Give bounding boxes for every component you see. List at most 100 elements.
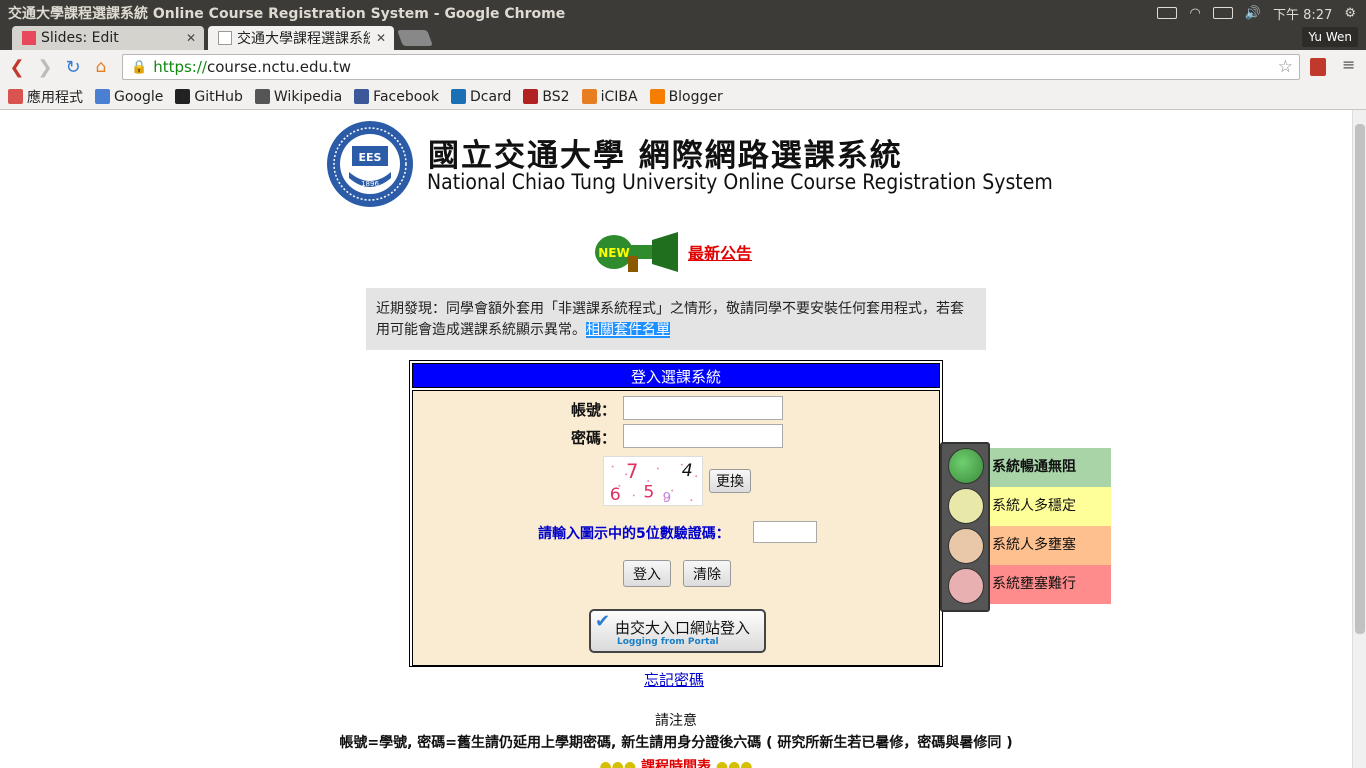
course-schedule-link[interactable]: 課程時間表	[641, 759, 711, 768]
bookmark-label: Dcard	[469, 88, 512, 105]
notice-box: 近期發現：同學會額外套用「非選課系統程式」之情形，敬請同學不要安裝任何套用程式，…	[366, 288, 986, 350]
status-congested: 系統人多壅塞	[990, 526, 1111, 565]
course-schedule: ●●● 課程時間表 ●●●	[0, 756, 1352, 768]
page-viewport: EES 1896 國立交通大學 網際網路選課系統 National Chiao …	[0, 110, 1352, 768]
address-bar[interactable]: 🔒 https://course.nctu.edu.tw ☆	[122, 54, 1300, 80]
apps-grid-icon	[8, 89, 23, 104]
page-title-en: National Chiao Tung University Online Co…	[427, 170, 1053, 194]
tab-slides[interactable]: Slides: Edit ✕	[12, 26, 204, 50]
keyboard-icon[interactable]	[1157, 7, 1178, 19]
svg-text:4: 4	[682, 461, 693, 481]
page-scrollbar[interactable]	[1352, 110, 1366, 768]
bookmark-blogger[interactable]: Blogger	[649, 88, 723, 105]
github-icon	[175, 89, 191, 104]
bookmarks-bar: 應用程式 Google GitHub Wikipedia Facebook Dcard BS…	[0, 84, 1366, 110]
portal-login-label: 由交大入口網站登入	[615, 619, 751, 637]
bookmark-google[interactable]: Google	[95, 89, 163, 105]
bullet-dots-icon: ●●●	[711, 759, 753, 768]
wifi-icon[interactable]: ◠	[1189, 6, 1200, 21]
blogger-icon	[649, 89, 665, 104]
bookmark-label: GitHub	[194, 88, 243, 105]
bookmark-dcard[interactable]: Dcard	[450, 88, 512, 105]
bookmark-star-icon[interactable]: ☆	[1278, 57, 1293, 77]
lock-icon[interactable]: 🔒	[131, 60, 147, 75]
extension-icon[interactable]	[1310, 58, 1326, 76]
chrome-menu-icon[interactable]: ≡	[1342, 57, 1356, 73]
login-button[interactable]: 登入	[623, 560, 671, 587]
forgot-password-link[interactable]: 忘記密碼	[644, 669, 704, 690]
url-host: course.nctu.edu.tw	[206, 58, 351, 76]
new-tab-button[interactable]	[397, 30, 433, 46]
tab-strip: Slides: Edit ✕ 交通大學課程選課系統 ✕ Yu Wen	[0, 26, 1366, 50]
megaphone-icon: NEW	[595, 232, 678, 272]
svg-text:EES: EES	[359, 151, 382, 164]
portal-login-button[interactable]: ✔ 由交大入口網站登入 Logging from Portal	[589, 609, 766, 653]
bookmark-label: Blogger	[668, 88, 723, 105]
login-form: 帳號： 密碼： 7 4 6 5 9 更換 請輸入圖示中的5位數驗證碼： 登入 清…	[412, 390, 940, 666]
scrollbar-thumb[interactable]	[1355, 124, 1365, 634]
bookmark-iciba[interactable]: iCIBA	[581, 89, 638, 105]
traffic-light	[940, 442, 990, 612]
verify-code-label: 請輸入圖示中的5位數驗證碼：	[538, 526, 730, 542]
news-link[interactable]: 最新公告	[688, 240, 752, 264]
close-tab-icon[interactable]: ✕	[186, 31, 196, 45]
iciba-icon	[581, 89, 597, 104]
bookmark-label: 應用程式	[27, 89, 83, 106]
note-text: 帳號=學號, 密碼=舊生請仍延用上學期密碼, 新生請用身分證後六碼 ( 研究所新…	[339, 735, 1013, 751]
password-label: 密碼：	[571, 429, 617, 447]
tab-course-registration[interactable]: 交通大學課程選課系統 ✕	[208, 26, 394, 50]
account-input[interactable]	[623, 396, 783, 420]
os-indicators: ◠ 🔊 下午 8:27 ⚙	[1157, 4, 1366, 23]
captcha-refresh-button[interactable]: 更換	[709, 469, 751, 493]
tab-label: 交通大學課程選課系統	[237, 31, 370, 47]
forward-arrow-icon[interactable]: ❯	[31, 57, 59, 78]
facebook-icon	[354, 89, 370, 104]
svg-text:6: 6	[610, 485, 621, 505]
volume-icon[interactable]: 🔊	[1245, 6, 1261, 21]
notice-text: 近期發現：同學會額外套用「非選課系統程式」之情形，敬請同學不要安裝任何套用程式，…	[376, 301, 964, 338]
notice-link[interactable]: 相關套件名單	[586, 322, 670, 338]
verify-code-input[interactable]	[753, 521, 817, 543]
svg-text:5: 5	[643, 482, 654, 502]
status-heavily-congested: 系統壅塞難行	[990, 565, 1111, 604]
bookmark-label: BS2	[542, 88, 570, 105]
settings-gear-icon[interactable]: ⚙	[1344, 6, 1356, 21]
battery-icon[interactable]	[1212, 7, 1233, 19]
svg-text:7: 7	[626, 460, 638, 483]
url-scheme: https://	[153, 58, 207, 76]
password-input[interactable]	[623, 424, 783, 448]
captcha-image: 7 4 6 5 9	[603, 456, 703, 506]
profile-button[interactable]: Yu Wen	[1302, 27, 1358, 47]
traffic-light-red-icon	[948, 568, 984, 604]
bullet-dots-icon: ●●●	[599, 759, 641, 768]
clock[interactable]: 下午 8:27	[1273, 4, 1332, 23]
page-title-zh: 國立交通大學 網際網路選課系統	[428, 138, 903, 174]
bookmark-wikipedia[interactable]: Wikipedia	[254, 88, 343, 105]
traffic-light-yellow-icon	[948, 488, 984, 524]
bookmark-bs2[interactable]: BS2	[523, 88, 570, 105]
clear-button[interactable]: 清除	[683, 560, 731, 587]
bookmark-label: Wikipedia	[273, 88, 343, 105]
dcard-icon	[450, 89, 466, 104]
bookmark-label: Google	[114, 88, 164, 105]
bookmark-label: Facebook	[373, 88, 439, 105]
slides-favicon-icon	[22, 31, 36, 45]
bookmark-github[interactable]: GitHub	[175, 89, 243, 105]
tab-label: Slides: Edit	[41, 30, 119, 46]
note-title: 請注意	[655, 713, 697, 729]
close-tab-icon[interactable]: ✕	[376, 31, 386, 45]
bookmark-facebook[interactable]: Facebook	[354, 89, 439, 105]
os-title-bar: 交通大學課程選課系統 Online Course Registration Sy…	[0, 0, 1366, 26]
nctu-logo-icon: EES 1896	[327, 121, 413, 207]
google-icon	[95, 89, 110, 104]
status-busy-stable: 系統人多穩定	[990, 487, 1111, 526]
checkmark-icon: ✔	[595, 611, 611, 632]
back-arrow-icon[interactable]: ❮	[3, 57, 31, 78]
home-icon[interactable]: ⌂	[87, 57, 115, 77]
svg-text:9: 9	[663, 491, 672, 506]
browser-toolbar: ❮ ❯ ↻ ⌂ 🔒 https://course.nctu.edu.tw ☆ ≡	[0, 50, 1366, 84]
bookmark-apps-grid[interactable]: 應用程式	[8, 87, 83, 107]
account-label: 帳號：	[571, 401, 617, 419]
status-smooth: 系統暢通無阻	[990, 448, 1111, 487]
reload-icon[interactable]: ↻	[59, 57, 87, 78]
